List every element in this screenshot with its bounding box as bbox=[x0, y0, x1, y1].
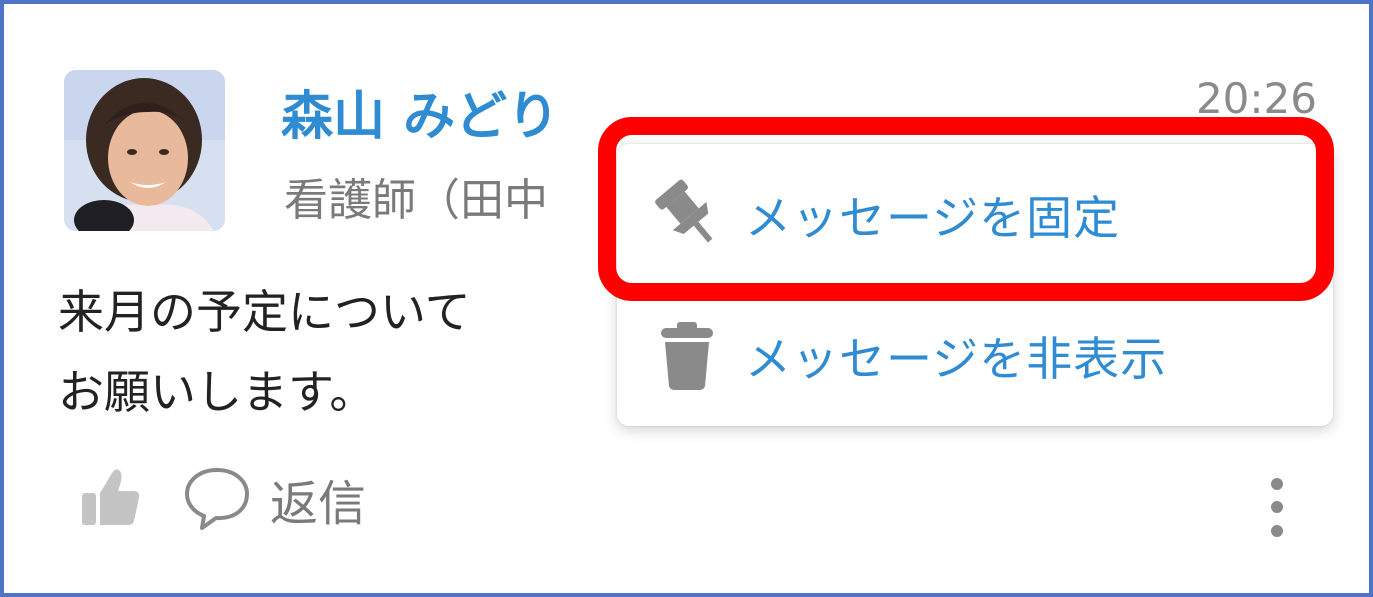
timestamp: 20:26 bbox=[1195, 74, 1317, 123]
message-line: お願いします。 bbox=[58, 365, 376, 419]
author-name[interactable]: 森山 みどり bbox=[281, 74, 559, 149]
menu-item-label: メッセージを非表示 bbox=[745, 331, 1168, 386]
message-body: 来月の予定について お願いします。 bbox=[58, 272, 471, 432]
menu-item-label: メッセージを固定 bbox=[745, 190, 1121, 245]
message-actions: 返信 bbox=[76, 459, 366, 539]
menu-item-pin-message[interactable]: メッセージを固定 bbox=[617, 144, 1333, 285]
menu-item-hide-message[interactable]: メッセージを非表示 bbox=[617, 285, 1333, 426]
message-line: 来月の予定について bbox=[58, 285, 471, 339]
trash-icon bbox=[617, 314, 745, 398]
pin-icon bbox=[617, 173, 745, 257]
context-menu: メッセージを固定 メッセージを非表示 bbox=[617, 144, 1333, 426]
author-role: 看護師（田中 bbox=[284, 175, 548, 226]
speech-bubble-icon[interactable] bbox=[182, 462, 270, 536]
avatar-photo bbox=[64, 70, 225, 231]
thumbs-up-icon[interactable] bbox=[76, 463, 182, 535]
reply-button[interactable]: 返信 bbox=[270, 464, 366, 534]
message-card: 森山 みどり 看護師（田中 20:26 来月の予定について お願いします。 返信 bbox=[0, 0, 1373, 597]
avatar[interactable] bbox=[64, 70, 225, 231]
